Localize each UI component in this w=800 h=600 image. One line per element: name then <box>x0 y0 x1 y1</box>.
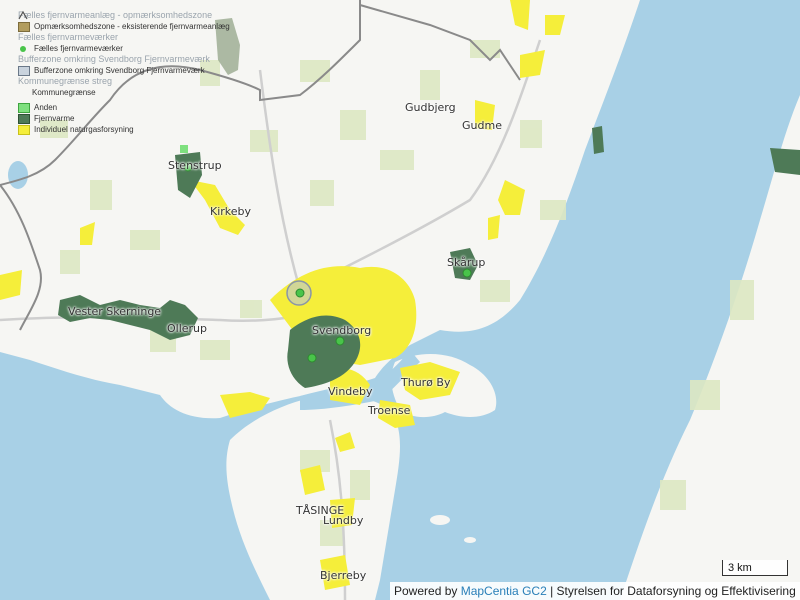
place-label-stenstrup: Stenstrup <box>168 159 222 172</box>
place-label-bjerreby: Bjerreby <box>320 569 367 582</box>
other-area <box>180 145 188 153</box>
attribution-prefix: Powered by <box>394 584 461 598</box>
border-line-icon <box>18 10 28 98</box>
mapcentia-link[interactable]: MapCentia GC2 <box>461 584 547 598</box>
place-label-lundby: Lundby <box>323 514 364 527</box>
legend-item-other: Anden <box>18 102 268 113</box>
legend-item-buffer-zone: Bufferzone omkring Svendborg Fjernvarmev… <box>18 65 268 76</box>
land-taasinge <box>226 395 400 600</box>
place-label-skaarup: Skårup <box>447 256 486 269</box>
legend-group-title: Fælles fjernvarmeværker <box>18 32 119 42</box>
legend-swatch <box>18 113 30 124</box>
legend-item-heating-plants: Fælles fjernvarmeværker <box>18 43 268 54</box>
legend-item-municipal-border: Kommunegrænse <box>18 10 268 98</box>
legend-swatch <box>18 102 30 113</box>
scale-bar: 3 km <box>722 560 788 576</box>
map-legend: Fælles fjernvarmeanlæg - opmærksomhedszo… <box>18 10 268 135</box>
legend-group-title: Kommunegrænse streg <box>18 76 113 86</box>
legend-dot-icon <box>20 45 26 52</box>
legend-item-natural-gas: Individuel naturgasforsyning <box>18 124 268 135</box>
place-label-kirkeby: Kirkeby <box>210 205 252 218</box>
land-islet <box>430 515 450 525</box>
map-canvas[interactable]: Fælles fjernvarmeanlæg - opmærksomhedszo… <box>0 0 800 600</box>
legend-item-attention-zone: Opmærksomhedszone - eksisterende fjernva… <box>18 21 268 32</box>
place-label-vester-skerninge: Vester Skerninge <box>68 305 162 318</box>
legend-swatch <box>18 124 30 135</box>
place-label-troense: Troense <box>368 404 411 417</box>
legend-swatch <box>18 21 30 32</box>
legend-group-title: Bufferzone omkring Svendborg Fjernvarmev… <box>18 54 210 64</box>
place-label-gudme: Gudme <box>462 119 502 132</box>
land-islet <box>8 161 28 189</box>
place-label-vindeby: Vindeby <box>328 385 373 398</box>
place-label-ollerup: Ollerup <box>167 322 208 335</box>
place-label-gudbjerg: Gudbjerg <box>405 101 456 114</box>
legend-swatch <box>18 65 30 76</box>
legend-group-title: Fælles fjernvarmeanlæg - opmærksomhedszo… <box>18 10 213 20</box>
place-label-svendborg: Svendborg <box>312 324 372 337</box>
legend-item-district-heating: Fjernvarme <box>18 113 268 124</box>
attribution-suffix: | Styrelsen for Dataforsyning og Effekti… <box>546 584 796 598</box>
place-label-thuro-by: Thurø By <box>401 376 451 389</box>
attribution: Powered by MapCentia GC2 | Styrelsen for… <box>390 582 800 600</box>
land-langeland <box>620 95 800 600</box>
land-islet <box>464 537 476 543</box>
